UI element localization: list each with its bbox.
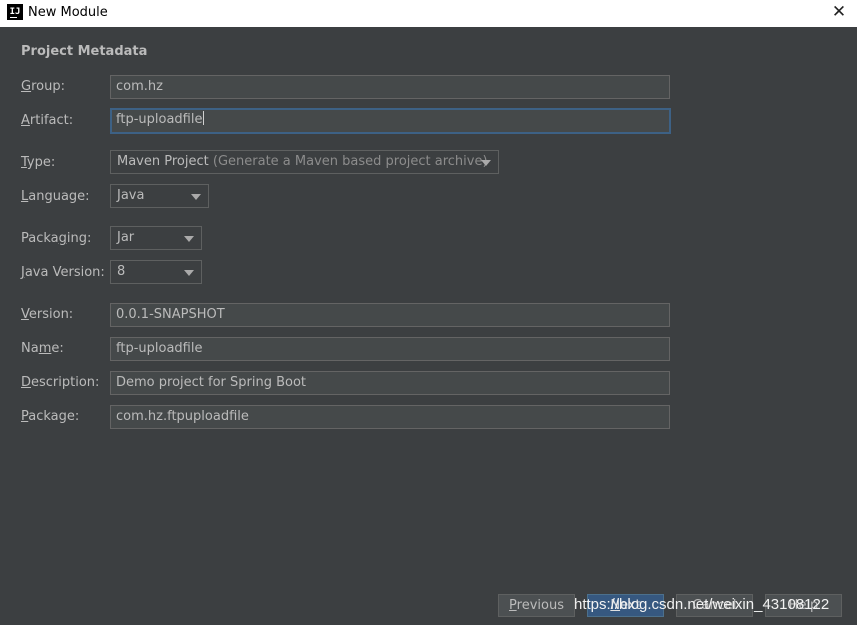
chevron-down-icon [481,160,491,166]
section-title: Project Metadata [21,44,148,59]
chevron-down-icon [184,236,194,242]
version-field[interactable]: 0.0.1-SNAPSHOT [110,303,670,327]
java-version-label: Java Version: [21,265,105,280]
text-caret [203,111,205,125]
name-field[interactable]: ftp-uploadfile [110,337,670,361]
name-label: Name: [21,341,64,356]
description-label: Description: [21,375,100,390]
type-dropdown[interactable]: Maven Project (Generate a Maven based pr… [110,150,499,174]
package-field[interactable]: com.hz.ftpuploadfile [110,405,670,429]
type-label: Type: [21,155,56,170]
chevron-down-icon [191,194,201,200]
java-version-dropdown[interactable]: 8 [110,260,202,284]
language-dropdown[interactable]: Java [110,184,209,208]
previous-button[interactable]: Previous [498,594,575,617]
packaging-label: Packaging: [21,231,92,246]
language-label: Language: [21,189,90,204]
chevron-down-icon [184,270,194,276]
close-icon[interactable]: ✕ [829,2,849,22]
group-label: Group: [21,79,65,94]
package-label: Package: [21,409,80,424]
packaging-dropdown[interactable]: Jar [110,226,202,250]
window-title: New Module [28,5,108,20]
version-label: Version: [21,307,74,322]
group-field[interactable]: com.hz [110,75,670,99]
artifact-label: Artifact: [21,113,74,128]
intellij-icon: IJ [7,4,23,20]
title-bar: IJ New Module ✕ [0,0,857,27]
watermark-text: https://blog.csdn.net/weixin_43108122 [574,596,830,613]
artifact-field[interactable]: ftp-uploadfile [110,108,671,134]
description-field[interactable]: Demo project for Spring Boot [110,371,670,395]
